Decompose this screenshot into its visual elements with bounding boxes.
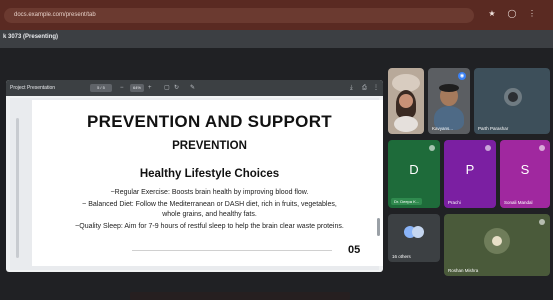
slide-divider: [132, 250, 332, 251]
participant-initial: P: [465, 162, 475, 177]
participant-tile[interactable]: D Dr. Deepa K...: [388, 140, 440, 208]
more-icon[interactable]: ⋮: [373, 84, 379, 92]
participant-face: [399, 94, 413, 108]
participant-hair: [439, 84, 459, 92]
participant-tile[interactable]: P Prachi: [444, 140, 496, 208]
speaking-indicator-icon: [539, 145, 545, 151]
meeting-title: k 3073 (Presenting): [3, 34, 59, 40]
url-text: docs.example.com/present/tab: [14, 12, 96, 18]
slide-subtitle: PREVENTION: [172, 140, 247, 152]
vertical-scrollbar[interactable]: [377, 218, 380, 236]
participant-name: Prachi: [448, 200, 461, 205]
page-indicator[interactable]: 5 / 5: [90, 84, 112, 92]
participant-name: Dr. Deepa K...: [391, 198, 423, 205]
meet-header: k 3073 (Presenting): [0, 30, 553, 48]
participant-tile[interactable]: Parth Parashar: [474, 68, 550, 134]
slide-section-heading: Healthy Lifestyle Choices: [139, 168, 280, 180]
participant-clothing: [394, 116, 418, 132]
slide-bullet: ~Regular Exercise: Boosts brain health b…: [110, 189, 309, 196]
others-count: 16 others: [392, 254, 411, 259]
pdf-toolbar: Project Presentation 5 / 5 − 64% + ▢ ↻ ✎…: [6, 80, 383, 96]
rotate-icon[interactable]: ↻: [174, 84, 179, 92]
file-name: Project Presentation: [10, 85, 56, 91]
presentation-window: Project Presentation 5 / 5 − 64% + ▢ ↻ ✎…: [6, 80, 383, 272]
slide-bullet: ~Quality Sleep: Aim for 7-9 hours of res…: [75, 223, 344, 230]
zoom-out-icon[interactable]: −: [120, 84, 124, 92]
print-icon[interactable]: ⎙: [362, 84, 367, 92]
participant-tile[interactable]: ◉ Kavyans...: [428, 68, 470, 134]
slide: PREVENTION AND SUPPORT PREVENTION Health…: [32, 100, 383, 266]
slide-bullet-continued: whole grains, and healthy fats.: [162, 211, 257, 218]
participant-tile[interactable]: [388, 68, 424, 134]
participant-avatar-detail: [508, 92, 518, 102]
speaking-indicator-icon: [539, 219, 545, 225]
participant-tile[interactable]: Roshan Mishra: [444, 214, 550, 276]
captions-bar: [130, 292, 350, 300]
participant-initial: S: [520, 162, 530, 177]
participant-name: Kavyans...: [432, 126, 454, 131]
draw-icon[interactable]: ✎: [190, 84, 195, 92]
participant-name: Sonali Mandal: [504, 200, 533, 205]
slide-bullet: ~ Balanced Diet: Follow the Mediterranea…: [82, 201, 337, 208]
thumbnail-scrollbar[interactable]: [16, 118, 19, 258]
participant-name: Parth Parashar: [478, 126, 509, 131]
speaking-indicator-icon: [429, 145, 435, 151]
browser-toolbar: docs.example.com/present/tab ★ ◯ ⋮: [0, 0, 553, 30]
participant-avatar-detail: [492, 236, 502, 246]
slide-title: PREVENTION AND SUPPORT: [87, 112, 332, 131]
slide-number: 05: [348, 244, 361, 256]
star-icon[interactable]: ★: [486, 8, 498, 20]
others-tile[interactable]: 16 others: [388, 214, 440, 262]
zoom-level[interactable]: 64%: [130, 84, 144, 92]
avatar-stack-icon: [412, 226, 424, 238]
slide-viewport: PREVENTION AND SUPPORT PREVENTION Health…: [10, 98, 383, 270]
zoom-in-icon[interactable]: +: [148, 84, 152, 92]
participant-tile[interactable]: S Sonali Mandal: [500, 140, 550, 208]
participant-name: Roshan Mishra: [448, 268, 479, 273]
mic-active-icon: ◉: [458, 72, 466, 80]
address-bar[interactable]: docs.example.com/present/tab: [4, 8, 474, 23]
participant-initial: D: [409, 162, 419, 177]
speaking-indicator-icon: [485, 145, 491, 151]
fit-page-icon[interactable]: ▢: [164, 84, 170, 92]
profile-icon[interactable]: ◯: [506, 8, 518, 20]
menu-icon[interactable]: ⋮: [526, 8, 538, 20]
download-icon[interactable]: ⤓: [350, 84, 353, 92]
